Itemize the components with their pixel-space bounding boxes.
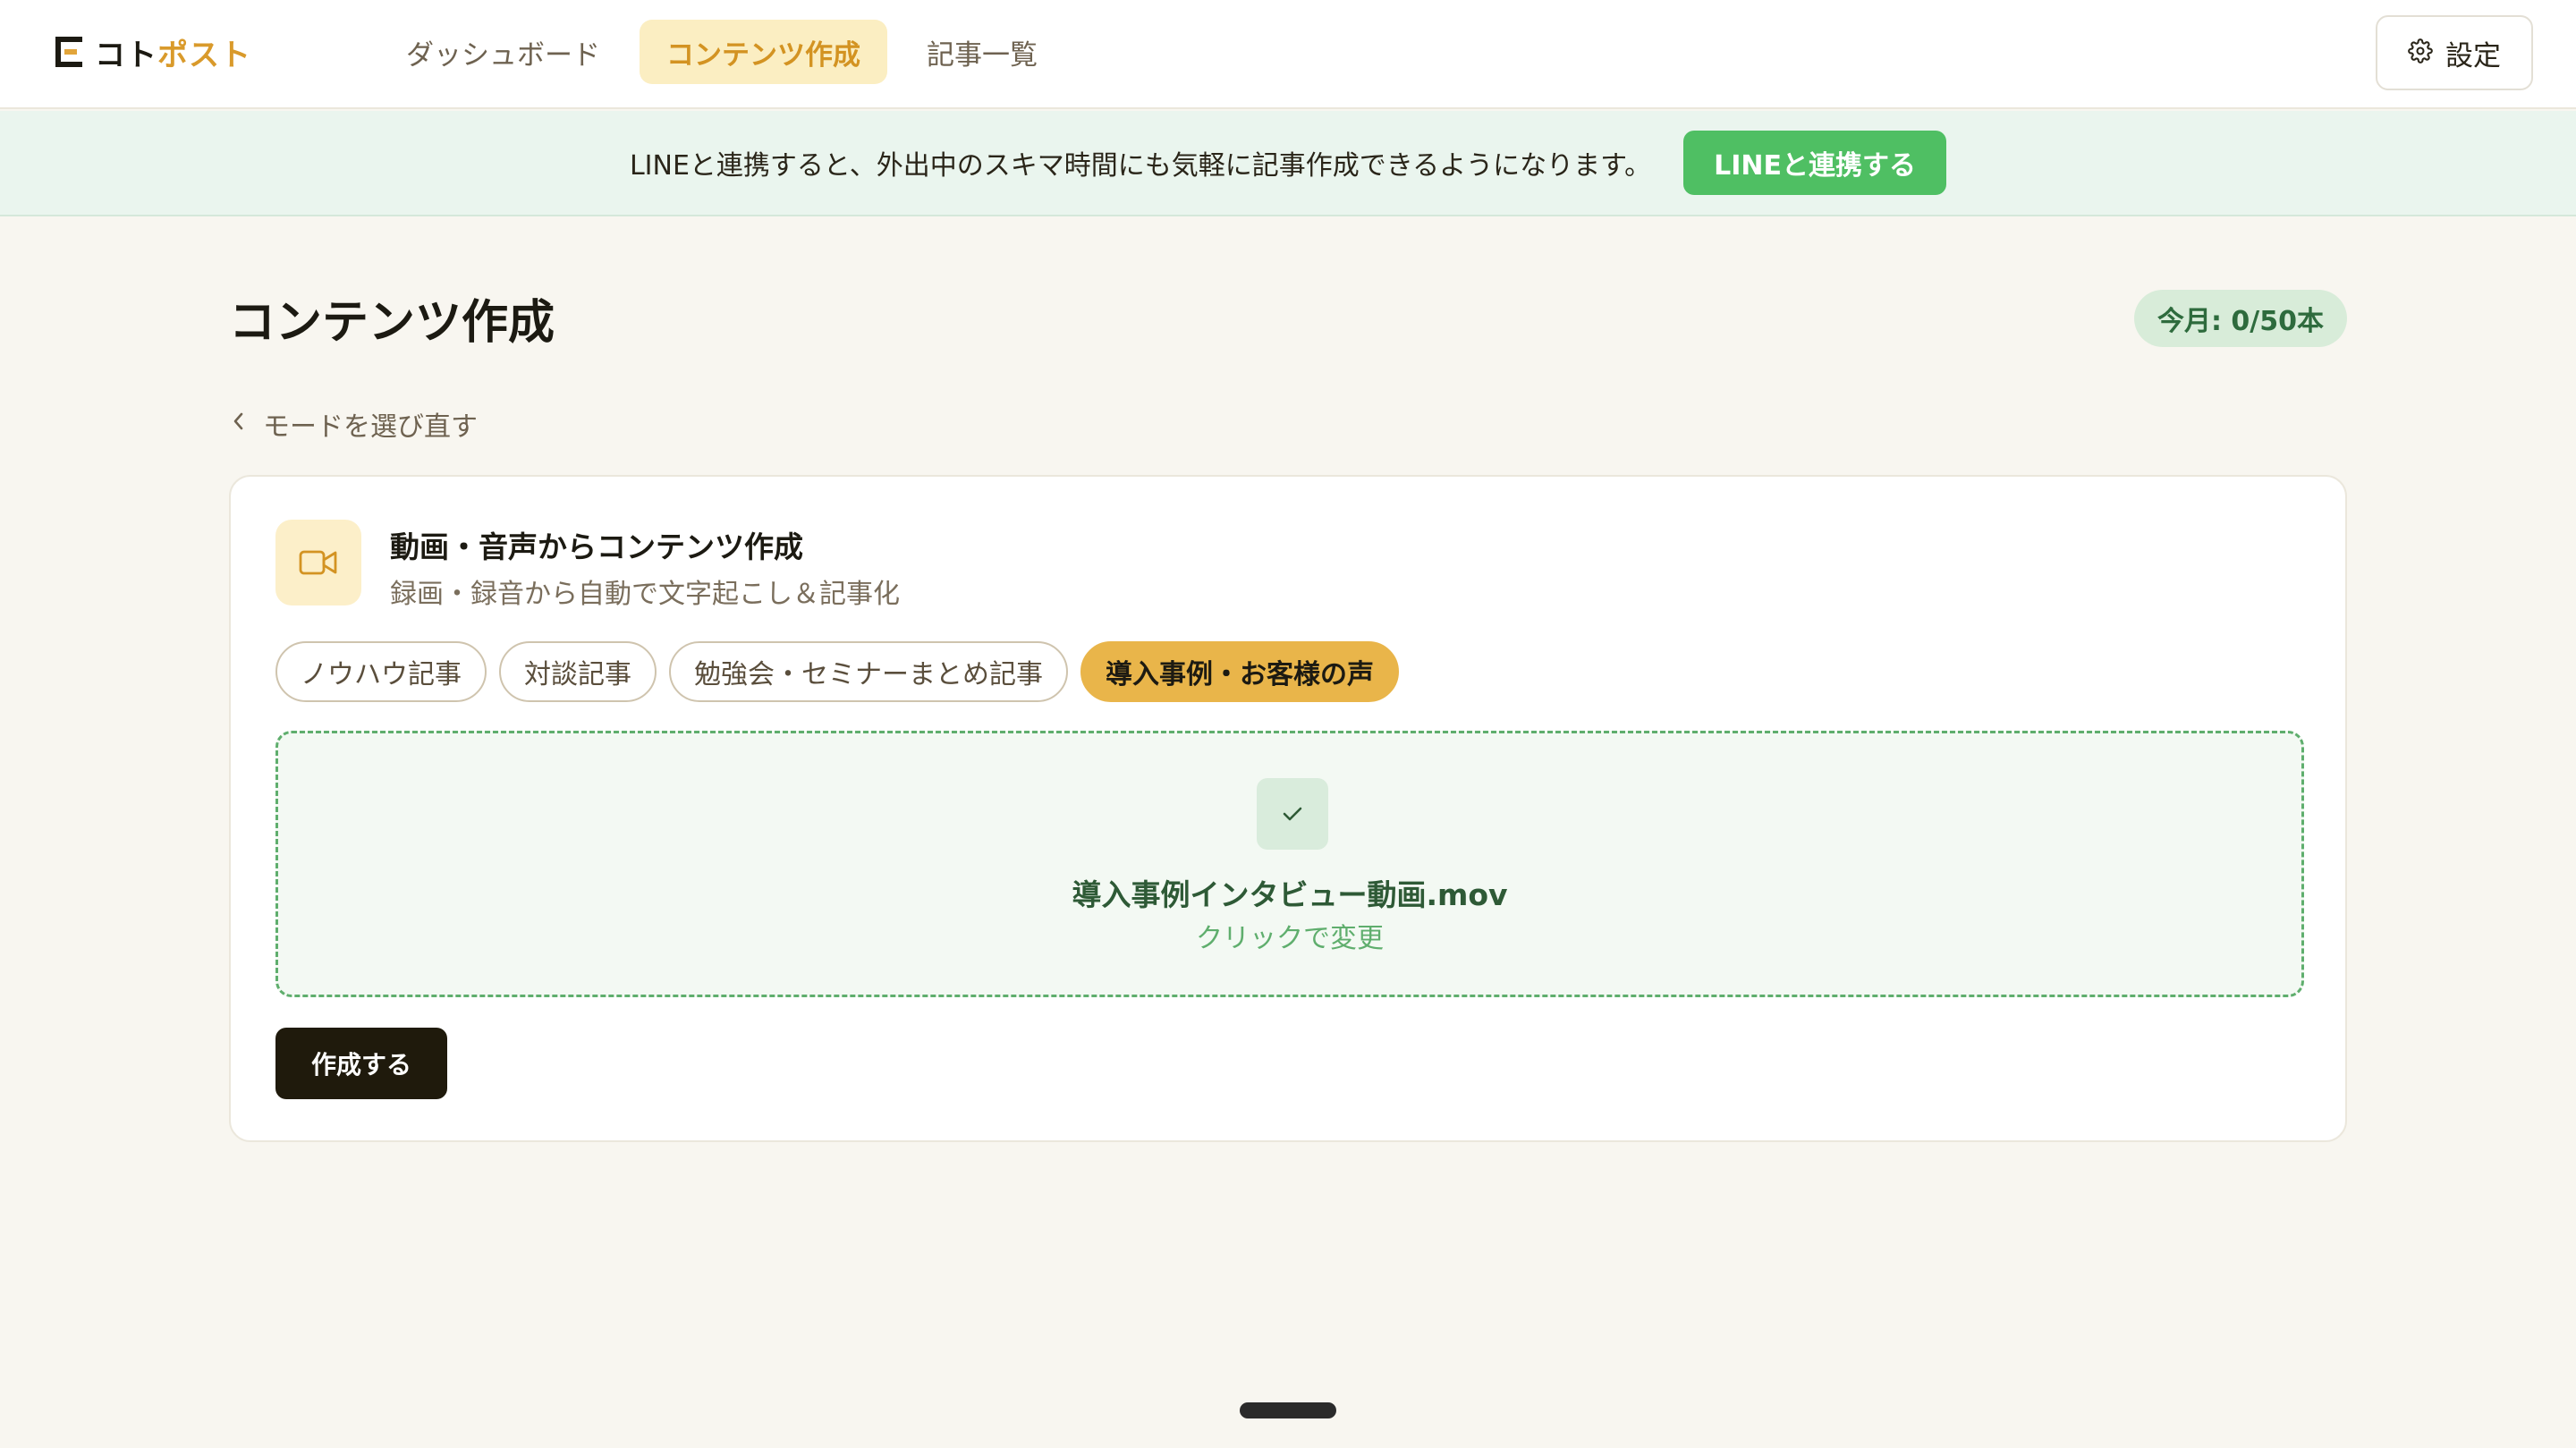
tab-article-list[interactable]: 記事一覧 <box>900 20 1064 84</box>
home-indicator[interactable] <box>1240 1402 1336 1418</box>
top-header: コトポスト ダッシュボード コンテンツ作成 記事一覧 設定 <box>0 0 2576 109</box>
logo-text-b: ポスト <box>157 37 251 73</box>
file-upload-dropzone[interactable]: 導入事例インタビュー動画.mov クリックで変更 <box>275 731 2304 997</box>
main-nav: ダッシュボード コンテンツ作成 記事一覧 <box>379 20 1064 84</box>
banner-text: LINEと連携すると、外出中のスキマ時間にも気軽に記事作成できるようになります。 <box>629 150 1652 182</box>
tab-content-create[interactable]: コンテンツ作成 <box>640 20 887 84</box>
back-to-mode-link[interactable]: モードを選び直す <box>231 404 478 444</box>
video-camera-icon <box>275 520 361 605</box>
uploaded-file-name: 導入事例インタビュー動画.mov <box>1072 877 1508 912</box>
chevron-left-icon <box>231 409 247 440</box>
logo-text-a: コト <box>95 37 157 73</box>
mode-title: 動画・音声からコンテンツ作成 <box>390 529 803 564</box>
line-connect-button[interactable]: LINEと連携する <box>1683 131 1947 195</box>
logo-mark-icon <box>55 37 82 67</box>
page-title: コンテンツ作成 <box>229 296 555 350</box>
tab-dashboard[interactable]: ダッシュボード <box>379 20 627 84</box>
back-link-label: モードを選び直す <box>263 411 478 443</box>
mode-subtitle: 録画・録音から自動で文字起こし＆記事化 <box>390 579 900 610</box>
settings-button[interactable]: 設定 <box>2376 15 2533 90</box>
pill-knowhow[interactable]: ノウハウ記事 <box>275 641 487 702</box>
pill-dialogue[interactable]: 対談記事 <box>499 641 657 702</box>
line-banner: LINEと連携すると、外出中のスキマ時間にも気軽に記事作成できるようになります。… <box>0 111 2576 216</box>
pill-seminar-summary[interactable]: 勉強会・セミナーまとめ記事 <box>669 641 1068 702</box>
settings-label: 設定 <box>2445 39 2501 72</box>
article-type-selector: ノウハウ記事 対談記事 勉強会・セミナーまとめ記事 導入事例・お客様の声 <box>275 641 1399 702</box>
app-logo[interactable]: コトポスト <box>55 30 251 74</box>
change-file-hint: クリックで変更 <box>1196 923 1384 954</box>
check-icon <box>1257 778 1328 850</box>
create-button[interactable]: 作成する <box>275 1028 447 1099</box>
gear-icon <box>2408 38 2433 67</box>
logo-text: コトポスト <box>95 30 251 74</box>
pill-case-study[interactable]: 導入事例・お客様の声 <box>1080 641 1399 702</box>
quota-badge: 今月: 0/50本 <box>2133 290 2347 347</box>
content-create-card: 動画・音声からコンテンツ作成 録画・録音から自動で文字起こし＆記事化 ノウハウ記… <box>229 475 2347 1142</box>
